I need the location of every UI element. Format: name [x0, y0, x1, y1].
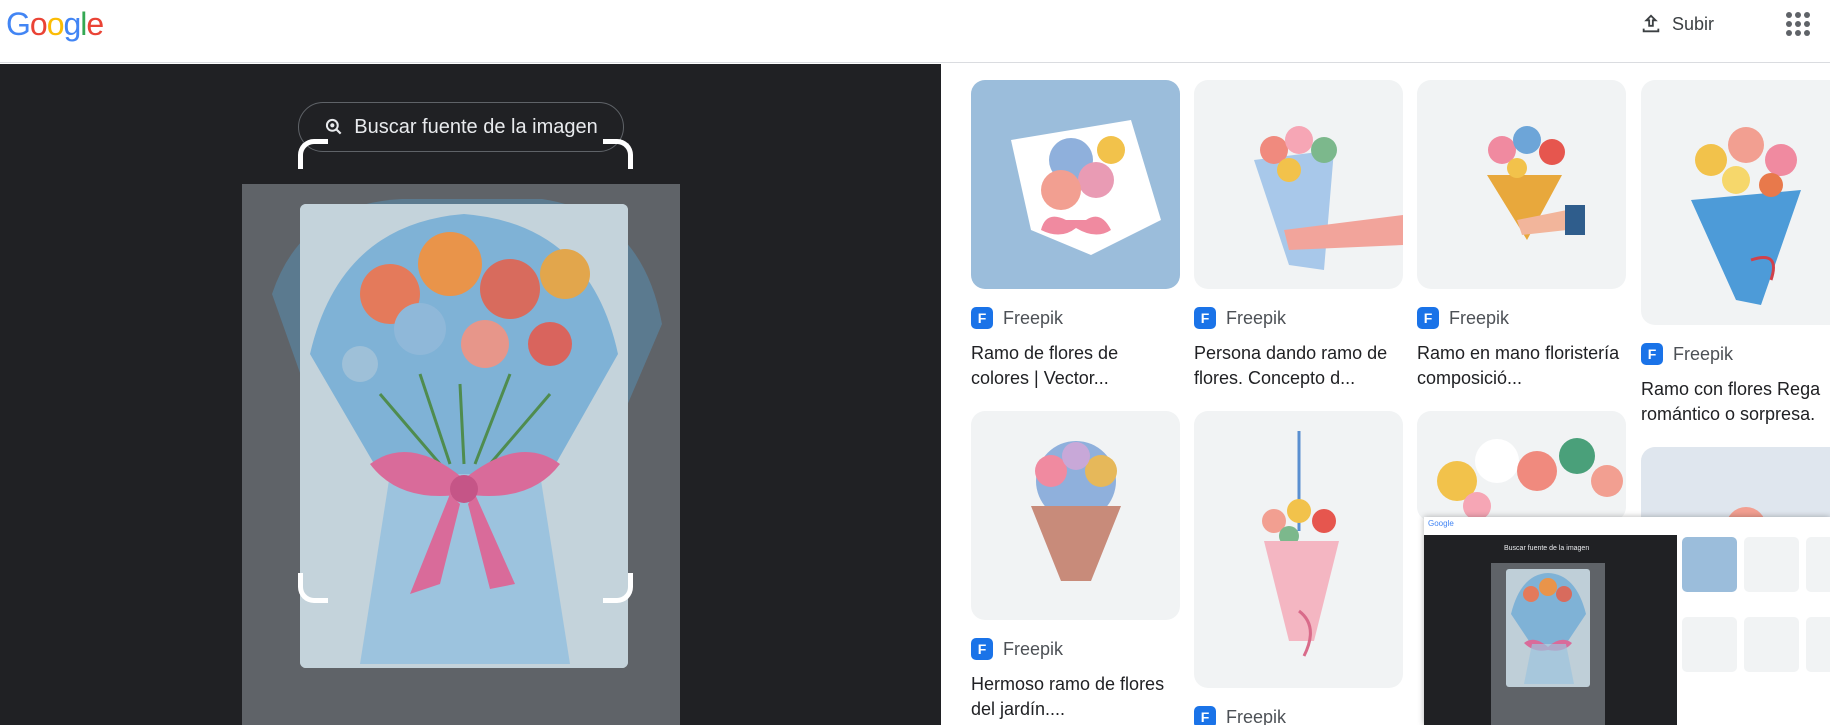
page-preview-thumbnail: Google Buscar fuente de la imagen [1424, 517, 1830, 725]
mini-query-image [1491, 563, 1605, 725]
result-thumbnail[interactable] [971, 80, 1180, 289]
logo-letter: o [46, 6, 65, 42]
result-source: Freepik [1226, 307, 1287, 328]
crop-handle-bottom-left[interactable] [298, 573, 328, 603]
result-title[interactable]: Ramo con flores Rega romántico o sorpres… [1641, 377, 1830, 427]
freepik-favicon-icon: F [971, 307, 993, 329]
result-source: Freepik [1226, 706, 1287, 725]
result-title[interactable]: Persona dando ramo de flores. Concepto d… [1194, 341, 1403, 391]
result-source: Freepik [1003, 638, 1064, 659]
image-crop-panel: Buscar fuente de la imagen [0, 64, 941, 725]
result-title[interactable]: Ramo de flores de colores | Vector... [971, 341, 1180, 391]
result-source: Freepik [1673, 343, 1734, 364]
freepik-favicon-icon: F [1194, 307, 1216, 329]
crop-selection-area[interactable] [300, 204, 628, 668]
logo-letter: G [6, 6, 31, 42]
mini-results-grid [1682, 537, 1830, 725]
result-thumbnail[interactable] [1417, 411, 1626, 521]
result-card[interactable]: F Freepik [1194, 411, 1403, 725]
result-source: Freepik [1449, 307, 1510, 328]
result-card[interactable] [1417, 411, 1626, 521]
top-bar: Google Subir [0, 0, 1830, 63]
upload-button[interactable]: Subir [1640, 10, 1714, 38]
freepik-favicon-icon: F [1417, 307, 1439, 329]
freepik-favicon-icon: F [1194, 706, 1216, 725]
result-thumbnail[interactable] [1417, 80, 1626, 289]
result-card[interactable]: F Freepik Ramo con flores Rega romántico … [1641, 80, 1830, 427]
query-image [242, 184, 680, 725]
freepik-favicon-icon: F [971, 638, 993, 660]
mini-crop-panel: Buscar fuente de la imagen [1424, 535, 1677, 725]
logo-letter: g [63, 6, 81, 42]
freepik-favicon-icon: F [1641, 343, 1663, 365]
google-logo[interactable]: Google [6, 6, 104, 43]
crop-handle-top-right[interactable] [603, 139, 633, 169]
result-thumbnail[interactable] [1194, 80, 1403, 289]
find-image-source-label: Buscar fuente de la imagen [354, 115, 598, 138]
logo-letter: o [29, 6, 48, 42]
result-card[interactable]: F Freepik Ramo en mano floristería compos… [1417, 80, 1626, 391]
result-thumbnail[interactable] [971, 411, 1180, 620]
result-title[interactable]: Hermoso ramo de flores del jardín.... [971, 672, 1180, 722]
result-title[interactable]: Ramo en mano floristería composició... [1417, 341, 1626, 391]
find-image-source-button[interactable]: Buscar fuente de la imagen [298, 102, 624, 152]
result-card[interactable]: F Freepik Hermoso ramo de flores del jard… [971, 411, 1180, 722]
result-thumbnail[interactable] [1641, 80, 1830, 325]
lens-search-icon [326, 118, 342, 135]
crop-handle-top-left[interactable] [298, 139, 328, 169]
bouquet-cropped-image [300, 204, 628, 668]
result-card[interactable]: F Freepik Persona dando ramo de flores. C… [1194, 80, 1403, 391]
result-source: Freepik [1003, 307, 1064, 328]
result-thumbnail[interactable] [1194, 411, 1403, 688]
result-card[interactable]: F Freepik Ramo de flores de colores | Vec… [971, 80, 1180, 391]
apps-grid-icon[interactable] [1786, 12, 1810, 36]
upload-label: Subir [1672, 13, 1715, 34]
mini-source-button: Buscar fuente de la imagen [1504, 545, 1590, 552]
mini-google-logo: Google [1428, 519, 1454, 528]
logo-letter: e [86, 6, 104, 42]
upload-icon [1642, 14, 1660, 33]
